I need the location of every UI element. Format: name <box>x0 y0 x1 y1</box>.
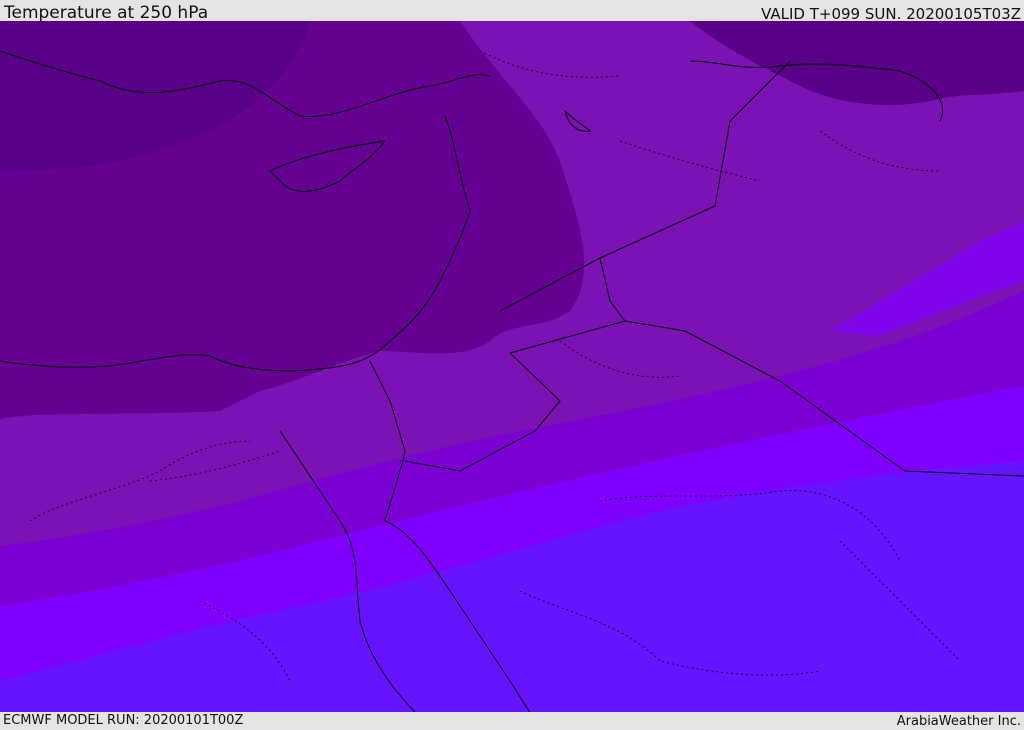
footer-bar: ECMWF MODEL RUN: 20200101T00Z ArabiaWeat… <box>0 712 1024 729</box>
credit-text: ArabiaWeather Inc. <box>896 714 1021 729</box>
header-bar: Temperature at 250 hPa VALID T+099 SUN. … <box>0 0 1024 23</box>
map-title: Temperature at 250 hPa <box>4 3 209 23</box>
map-canvas <box>0 21 1024 712</box>
model-run: ECMWF MODEL RUN: 20200101T00Z <box>3 713 244 728</box>
temperature-map[interactable] <box>0 21 1024 712</box>
